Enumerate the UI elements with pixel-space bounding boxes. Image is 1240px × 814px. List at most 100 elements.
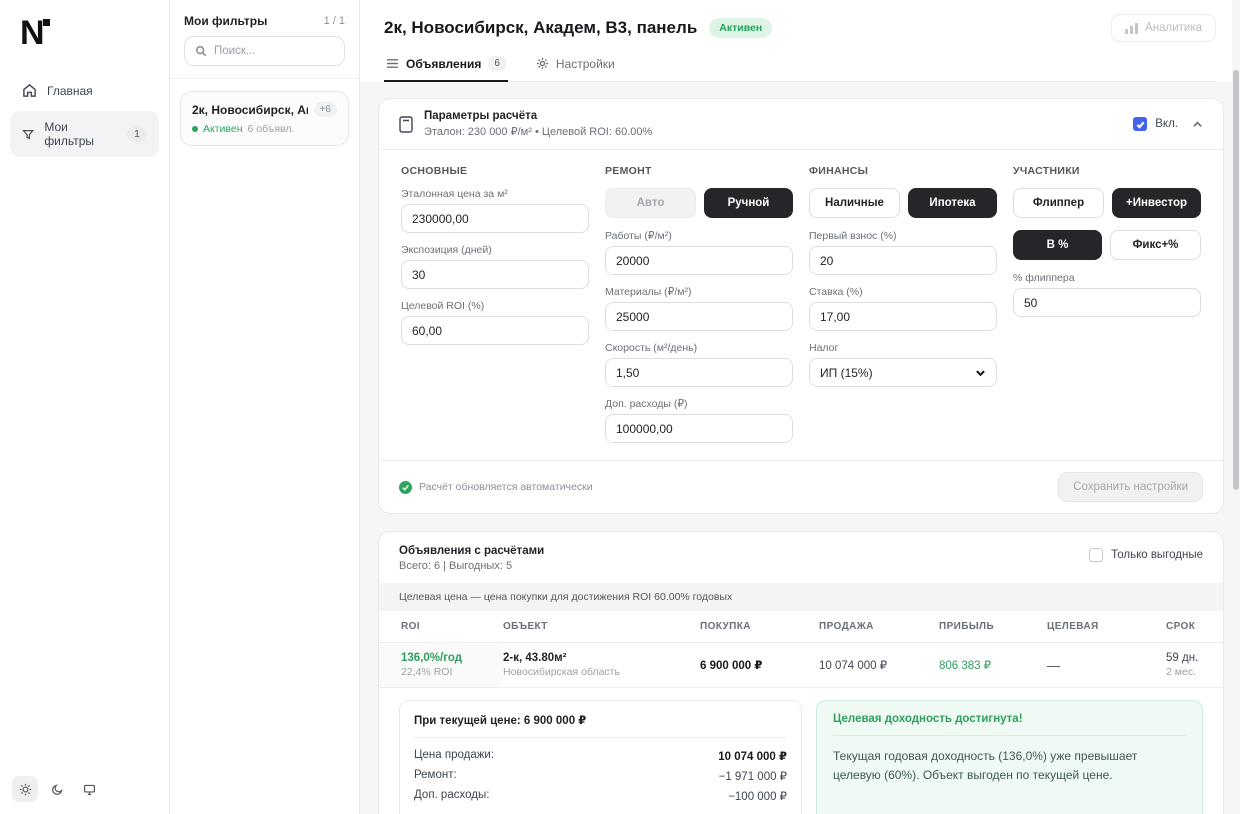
theme-system-button[interactable] [76, 776, 102, 802]
only-profitable-label: Только выгодные [1111, 549, 1203, 561]
cash-button[interactable]: Наличные [809, 188, 900, 218]
filter-card-status: Активен [203, 123, 243, 135]
content-area: Параметры расчёта Эталон: 230 000 ₽/м² •… [360, 82, 1240, 814]
home-icon [22, 83, 37, 98]
field-label: Работы (₽/м²) [605, 230, 793, 242]
section-title: ФИНАНСЫ [809, 165, 997, 177]
scrollbar-thumb[interactable] [1233, 70, 1239, 490]
sidebar-item-label: Мои фильтры [44, 120, 107, 148]
row-term: 59 дн. [1166, 652, 1223, 664]
filters-count-badge: 1 [127, 126, 147, 142]
listings-card: Объявления с расчётами Всего: 6 | Выгодн… [378, 531, 1224, 814]
theme-dark-button[interactable] [44, 776, 70, 802]
only-profitable-toggle[interactable]: Только выгодные [1089, 545, 1203, 562]
field-label: Налог [809, 342, 997, 354]
row-target: — [1047, 649, 1166, 682]
moon-icon [51, 783, 64, 796]
enabled-label: Вкл. [1155, 118, 1178, 130]
filters-counter: 1 / 1 [324, 15, 345, 27]
main-area: 2к, Новосибирск, Академ, В3, панель Акти… [360, 0, 1240, 814]
price-breakdown-card: При текущей цене: 6 900 000 ₽ Цена прода… [399, 700, 802, 814]
theme-light-button[interactable] [12, 776, 38, 802]
section-title: УЧАСТНИКИ [1013, 165, 1201, 177]
filter-card[interactable]: 2к, Новосибирск, Академ, В3,... +6 Актив… [180, 91, 349, 146]
row-sale: 10 074 000 ₽ [819, 649, 939, 681]
tax-select[interactable]: ИП (15%) [809, 358, 997, 387]
tab-settings[interactable]: Настройки [534, 56, 617, 81]
enabled-checkbox[interactable] [1133, 117, 1147, 131]
percent-split-button[interactable]: В % [1013, 230, 1102, 260]
only-profitable-checkbox[interactable] [1089, 548, 1103, 562]
work-cost-input[interactable] [605, 246, 793, 275]
row-roi: 136,0%/год [401, 652, 503, 664]
filter-card-count: 6 объявл. [248, 123, 295, 135]
table-row[interactable]: 136,0%/год 22,4% ROI 2-к, 43.80м² Новоси… [379, 643, 1223, 688]
scrollbar-track[interactable] [1232, 0, 1240, 814]
sidebar-item-my-filters[interactable]: Мои фильтры 1 [10, 111, 159, 157]
rate-input[interactable] [809, 302, 997, 331]
params-title: Параметры расчёта [424, 110, 652, 122]
reference-price-input[interactable] [401, 204, 589, 233]
col-roi: ROI [379, 611, 503, 642]
section-participants: УЧАСТНИКИ Флиппер +Инвестор В % Фикс+% %… [1013, 165, 1201, 454]
investor-button[interactable]: +Инвестор [1112, 188, 1201, 218]
filter-icon [22, 127, 34, 142]
flipper-percent-input[interactable] [1013, 288, 1201, 317]
search-icon [195, 45, 207, 57]
down-payment-input[interactable] [809, 246, 997, 275]
listings-summary: Всего: 6 | Выгодных: 5 [399, 560, 544, 572]
filters-panel: Мои фильтры 1 / 1 2к, Новосибирск, Акаде… [170, 0, 360, 814]
target-price-note: Целевая цена — цена покупки для достижен… [379, 583, 1223, 611]
col-term: СРОК [1166, 611, 1223, 642]
speed-input[interactable] [605, 358, 793, 387]
analytics-button[interactable]: Аналитика [1111, 14, 1216, 42]
section-repair: РЕМОНТ Авто Ручной Работы (₽/м²) Материа… [605, 165, 793, 454]
row-region: Новосибирская область [503, 666, 700, 678]
logo-dot [43, 19, 50, 26]
flipper-button[interactable]: Флиппер [1013, 188, 1104, 218]
save-settings-button[interactable]: Сохранить настройки [1058, 472, 1203, 502]
repair-manual-button[interactable]: Ручной [704, 188, 793, 218]
row-object: 2-к, 43.80м² [503, 652, 700, 664]
breakdown-row: Ремонт:−1 971 000 ₽ [414, 766, 787, 786]
target-roi-input[interactable] [401, 316, 589, 345]
field-label: Первый взнос (%) [809, 230, 997, 242]
extra-costs-input[interactable] [605, 414, 793, 443]
filters-search[interactable] [184, 36, 345, 66]
field-label: Эталонная цена за м² [401, 188, 589, 200]
materials-cost-input[interactable] [605, 302, 793, 331]
target-reached-title: Целевая доходность достигнута! [833, 713, 1186, 736]
field-label: Доп. расходы (₽) [605, 398, 793, 410]
app-sidebar: N Главная Мои фильтры 1 [0, 0, 170, 814]
calculator-icon [399, 116, 413, 133]
section-basic: ОСНОВНЫЕ Эталонная цена за м² Экспозиция… [401, 165, 589, 454]
row-term-sub: 2 мес. [1166, 666, 1223, 678]
filter-card-title: 2к, Новосибирск, Академ, В3,... [192, 103, 308, 117]
page-title: 2к, Новосибирск, Академ, В3, панель [384, 18, 697, 38]
search-input[interactable] [214, 45, 324, 57]
section-finance: ФИНАНСЫ Наличные Ипотека Первый взнос (%… [809, 165, 997, 454]
repair-auto-button[interactable]: Авто [605, 188, 696, 218]
tab-bar: Объявления 6 Настройки [384, 56, 1216, 82]
col-target: ЦЕЛЕВАЯ [1047, 611, 1166, 642]
breakdown-row: Цена продажи:10 074 000 ₽ [414, 746, 787, 766]
listings-title: Объявления с расчётами [399, 545, 544, 557]
tab-listings[interactable]: Объявления 6 [384, 56, 508, 81]
field-label: Целевой ROI (%) [401, 300, 589, 312]
fix-percent-button[interactable]: Фикс+% [1110, 230, 1201, 260]
exposure-days-input[interactable] [401, 260, 589, 289]
breakdown-row: Доп. расходы:−100 000 ₽ [414, 786, 787, 806]
chevron-down-icon [975, 367, 986, 378]
mortgage-button[interactable]: Ипотека [908, 188, 997, 218]
check-circle-icon [399, 481, 412, 494]
app-logo: N [20, 16, 169, 50]
col-purchase: ПОКУПКА [700, 611, 819, 642]
col-object: ОБЪЕКТ [503, 611, 700, 642]
col-sale: ПРОДАЖА [819, 611, 939, 642]
sidebar-item-home[interactable]: Главная [10, 74, 159, 107]
section-title: ОСНОВНЫЕ [401, 165, 589, 177]
chevron-up-icon[interactable] [1192, 119, 1203, 130]
table-header: ROI ОБЪЕКТ ПОКУПКА ПРОДАЖА ПРИБЫЛЬ ЦЕЛЕВ… [379, 611, 1223, 643]
col-profit: ПРИБЫЛЬ [939, 611, 1047, 642]
section-title: РЕМОНТ [605, 165, 793, 177]
